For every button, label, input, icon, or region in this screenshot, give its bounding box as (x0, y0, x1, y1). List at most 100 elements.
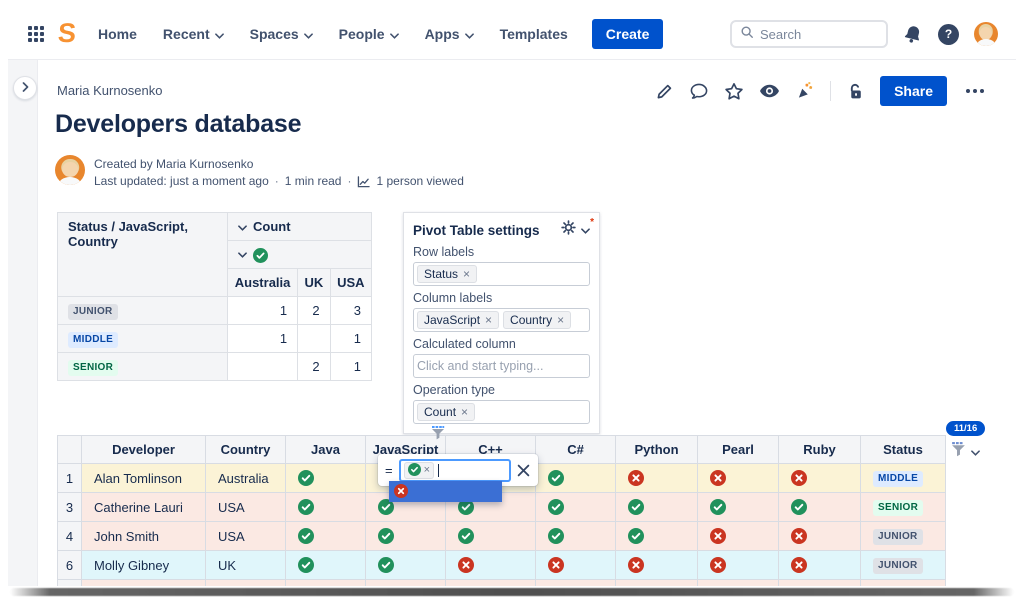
text-caret (438, 463, 440, 477)
pivot-subgroup-header[interactable] (227, 240, 372, 269)
skill-cell (778, 550, 861, 580)
app-switcher-icon[interactable] (28, 25, 44, 42)
tag[interactable]: Status × (417, 265, 478, 283)
skill-cell (778, 521, 861, 551)
remove-tag-icon[interactable]: × (485, 313, 492, 327)
developer-cell: John Smith (81, 521, 206, 551)
row-number: 4 (57, 521, 82, 551)
table-filter-control[interactable] (950, 441, 980, 463)
dev-column-header[interactable]: Developer (81, 435, 206, 464)
pivot-value-cell: 1 (226, 324, 299, 353)
skill-cell (365, 550, 446, 580)
cross-icon (394, 484, 408, 499)
check-icon (298, 557, 314, 574)
pivot-column-header: Australia (226, 268, 299, 297)
check-icon (298, 499, 314, 516)
notifications-bell-icon[interactable] (903, 24, 923, 44)
tag[interactable]: Count × (417, 403, 476, 421)
country-cell: USA (205, 492, 286, 522)
filter-dropdown-option[interactable] (389, 481, 502, 502)
dev-column-header[interactable]: Pearl (697, 435, 779, 464)
chevron-down-icon[interactable]: * (581, 217, 594, 239)
dev-column-header[interactable]: Java (285, 435, 366, 464)
tag[interactable]: JavaScript × (417, 311, 500, 329)
dev-column-header[interactable] (57, 435, 82, 464)
table-row: 6 Molly Gibney UK JUNIOR (57, 550, 946, 580)
pivot-column-header: USA (329, 268, 373, 297)
dev-column-header[interactable]: Country (205, 435, 286, 464)
breadcrumb[interactable]: Maria Kurnosenko (57, 83, 163, 98)
status-badge: MIDDLE (873, 471, 924, 487)
chevron-down-icon (971, 443, 980, 461)
row-labels-field[interactable]: Status × (413, 262, 590, 286)
help-icon[interactable]: ? (938, 23, 959, 45)
watch-eye-icon[interactable] (759, 82, 780, 100)
dev-column-header[interactable]: C# (535, 435, 616, 464)
dev-column-header[interactable]: Ruby (778, 435, 861, 464)
column-labels-field[interactable]: JavaScript × Country × (413, 308, 590, 332)
remove-tag-icon[interactable]: × (463, 267, 470, 281)
skill-cell (445, 550, 536, 580)
check-icon (253, 247, 268, 263)
pivot-value-cell: 1 (226, 296, 299, 325)
developer-cell: Catherine Lauri (81, 492, 206, 522)
filter-value-input[interactable]: × (398, 458, 511, 482)
remove-tag-icon[interactable]: × (424, 464, 430, 476)
create-button[interactable]: Create (591, 18, 664, 49)
pivot-value-header[interactable]: Count (227, 212, 372, 241)
app-logo[interactable]: S (57, 18, 77, 48)
skill-cell (697, 550, 779, 580)
skill-cell (615, 550, 698, 580)
tag[interactable]: Country × (503, 311, 572, 329)
check-icon (298, 470, 314, 487)
check-icon (378, 557, 394, 574)
gear-icon[interactable] (561, 220, 576, 240)
nav-item-people[interactable]: People (339, 26, 399, 42)
comment-icon[interactable] (689, 82, 709, 101)
celebrate-launch-icon[interactable] (795, 81, 815, 101)
expand-sidebar-button[interactable] (13, 76, 37, 100)
nav-item-templates[interactable]: Templates (500, 26, 568, 42)
dev-column-header[interactable]: Python (615, 435, 698, 464)
chevron-down-icon (464, 26, 474, 42)
skill-cell (615, 492, 698, 522)
close-filter-icon[interactable] (517, 464, 530, 477)
remove-tag-icon[interactable]: × (461, 405, 468, 419)
remove-tag-icon[interactable]: × (557, 313, 564, 327)
chevron-down-icon[interactable] (238, 252, 247, 258)
check-icon (548, 528, 564, 545)
user-avatar[interactable] (974, 22, 998, 46)
search-input[interactable] (760, 26, 870, 42)
author-avatar[interactable] (55, 155, 85, 185)
calculated-column-field[interactable] (413, 354, 590, 378)
nav-item-recent[interactable]: Recent (163, 26, 224, 42)
status-badge: MIDDLE (68, 331, 119, 348)
filter-operator[interactable]: = (385, 463, 393, 478)
nav-item-home[interactable]: Home (98, 26, 137, 42)
country-cell: UK (205, 550, 286, 580)
topnav-right: ? (730, 8, 998, 60)
settings-controls[interactable]: * (561, 217, 594, 240)
star-favorite-icon[interactable] (724, 82, 744, 101)
dev-column-header[interactable]: Status (860, 435, 946, 464)
country-cell: Australia (205, 463, 286, 493)
chevron-down-icon[interactable] (238, 224, 247, 231)
edit-pencil-icon[interactable] (655, 82, 674, 101)
unlock-restrictions-icon[interactable] (846, 82, 865, 101)
search-box[interactable] (730, 20, 888, 48)
more-actions-icon[interactable] (962, 85, 988, 97)
cross-icon (710, 557, 726, 574)
calculated-column-input[interactable] (417, 359, 586, 373)
pivot-value-cell (226, 352, 299, 381)
check-icon (548, 470, 564, 487)
pivot-row: JUNIOR 1 2 3 (57, 296, 373, 325)
operation-type-field[interactable]: Count × (413, 400, 590, 424)
check-icon (791, 499, 807, 516)
column-filter-funnel-icon[interactable] (430, 425, 446, 446)
share-button[interactable]: Share (880, 76, 947, 106)
viewed-count[interactable]: 1 person viewed (376, 173, 463, 190)
nav-item-spaces[interactable]: Spaces (250, 26, 313, 42)
nav-item-apps[interactable]: Apps (425, 26, 474, 42)
skill-cell (535, 492, 616, 522)
read-time: 1 min read (284, 174, 342, 188)
